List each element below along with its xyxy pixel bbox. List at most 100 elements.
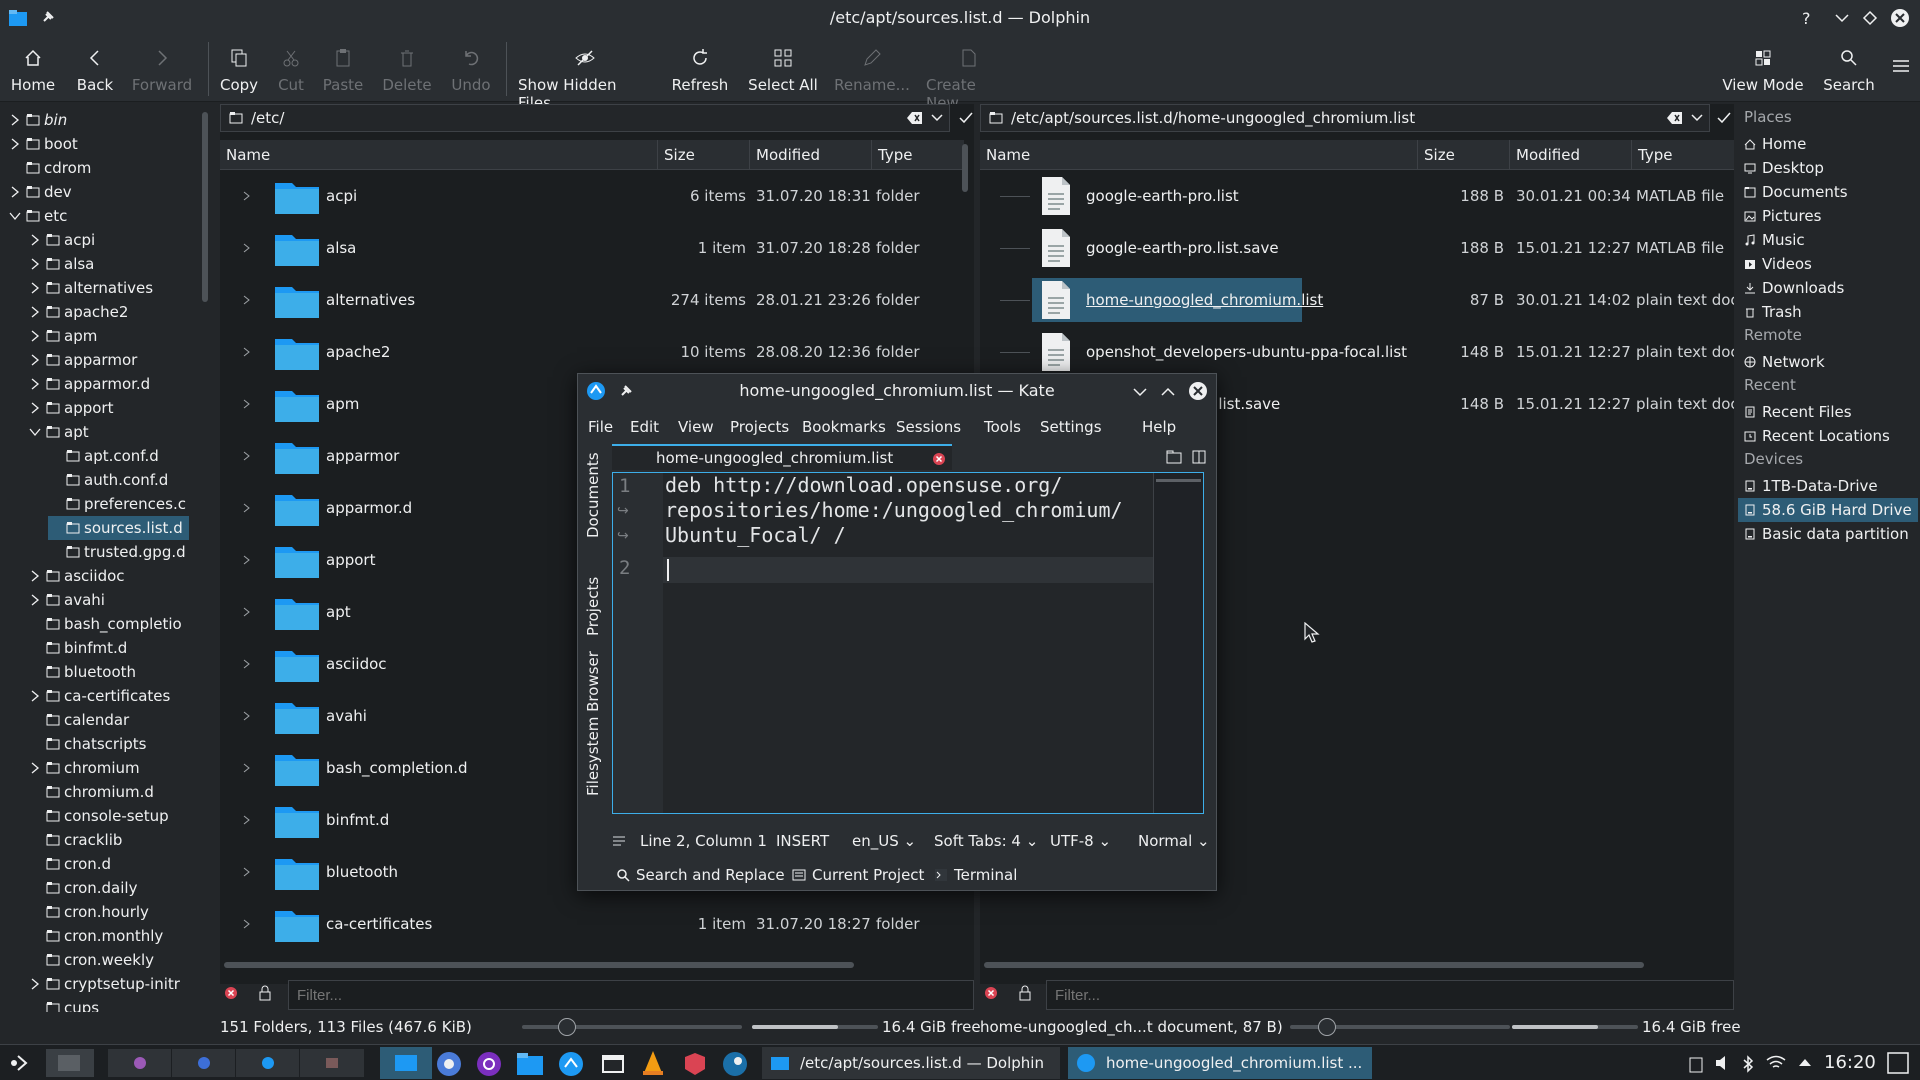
places-item-pictures[interactable]: Pictures bbox=[1744, 204, 1821, 228]
sidebar-tab-filesystem-browser[interactable]: Filesystem Browser bbox=[584, 651, 602, 796]
tree-item[interactable]: bluetooth bbox=[28, 660, 136, 684]
tree-item[interactable]: apt.conf.d bbox=[48, 444, 159, 468]
tree-item[interactable]: chatscripts bbox=[28, 732, 146, 756]
expand-arrow-icon[interactable] bbox=[242, 482, 252, 534]
places-item-documents[interactable]: Documents bbox=[1744, 180, 1848, 204]
tree-item[interactable]: ca-certificates bbox=[28, 684, 170, 708]
menu-file[interactable]: File bbox=[588, 418, 613, 436]
hamburger-menu-icon[interactable] bbox=[1892, 58, 1910, 74]
expand-arrow-icon[interactable] bbox=[242, 378, 252, 430]
close-icon[interactable] bbox=[1188, 381, 1208, 401]
column-header-modified[interactable]: Modified bbox=[1510, 140, 1632, 170]
menu-sessions[interactable]: Sessions bbox=[896, 418, 961, 436]
right-horizontal-scrollbar[interactable] bbox=[984, 962, 1644, 968]
tree-item[interactable]: asciidoc bbox=[28, 564, 125, 588]
expand-arrow-icon[interactable] bbox=[242, 274, 252, 326]
volume-icon[interactable] bbox=[1714, 1055, 1732, 1071]
places-item-recent-files[interactable]: Recent Files bbox=[1744, 400, 1852, 424]
window-titlebar[interactable]: /etc/apt/sources.list.d — Dolphin ? bbox=[0, 0, 1920, 36]
show-hidden-files-button[interactable]: Show Hidden Files bbox=[518, 46, 652, 112]
tree-item[interactable]: bash_completio bbox=[28, 612, 182, 636]
expand-arrow-icon[interactable] bbox=[242, 690, 252, 742]
tree-item[interactable]: alternatives bbox=[28, 276, 153, 300]
expand-arrow-icon[interactable] bbox=[8, 138, 22, 150]
lock-icon[interactable] bbox=[258, 985, 272, 1001]
minimize-icon[interactable] bbox=[1834, 12, 1850, 24]
steam-icon[interactable] bbox=[722, 1051, 748, 1077]
highlighting-mode-selector[interactable]: Normal ⌄ bbox=[1138, 832, 1210, 850]
menu-help[interactable]: Help bbox=[1142, 418, 1176, 436]
places-item-downloads[interactable]: Downloads bbox=[1744, 276, 1844, 300]
dictionary-selector[interactable]: en_US ⌄ bbox=[852, 832, 916, 850]
minimap[interactable] bbox=[1153, 473, 1203, 813]
software-center-icon[interactable] bbox=[682, 1051, 708, 1077]
tray-expand-icon[interactable] bbox=[1798, 1057, 1812, 1067]
terminal-button[interactable]: Terminal bbox=[934, 866, 1017, 884]
view-mode-button[interactable]: View Mode bbox=[1722, 46, 1804, 94]
search-and-replace-button[interactable]: Search and Replace bbox=[616, 866, 785, 884]
status-menu-icon[interactable] bbox=[612, 834, 626, 848]
expand-arrow-icon[interactable] bbox=[242, 898, 252, 950]
tree-item[interactable]: dev bbox=[8, 180, 72, 204]
podcast-app-icon[interactable] bbox=[476, 1051, 502, 1077]
expand-arrow-icon[interactable] bbox=[242, 794, 252, 846]
search-button[interactable]: Search bbox=[1822, 46, 1876, 94]
column-header-type[interactable]: Type bbox=[872, 140, 964, 170]
left-horizontal-scrollbar[interactable] bbox=[224, 962, 854, 968]
places-item-1tb-data-drive[interactable]: 1TB-Data-Drive bbox=[1744, 474, 1878, 498]
expand-arrow-icon[interactable] bbox=[28, 570, 42, 582]
select-all-button[interactable]: Select All bbox=[746, 46, 820, 94]
table-row[interactable]: alsa 1 item 31.07.20 18:28 folder bbox=[220, 222, 964, 274]
clear-location-icon[interactable] bbox=[1667, 111, 1683, 125]
tree-item[interactable]: apt bbox=[28, 420, 89, 444]
expand-arrow-icon[interactable] bbox=[8, 211, 22, 221]
left-location-bar[interactable]: /etc/ bbox=[220, 104, 950, 132]
virtual-desktop-2[interactable] bbox=[108, 1049, 172, 1077]
right-zoom-handle[interactable] bbox=[1318, 1018, 1336, 1036]
virtual-desktop-1[interactable] bbox=[46, 1049, 94, 1077]
help-icon[interactable]: ? bbox=[1800, 9, 1816, 27]
places-item-basic-data-partition[interactable]: Basic data partition bbox=[1744, 522, 1909, 546]
table-row[interactable]: apache2 10 items 28.08.20 12:36 folder bbox=[220, 326, 964, 378]
expand-arrow-icon[interactable] bbox=[242, 742, 252, 794]
tree-item[interactable]: chromium bbox=[28, 756, 140, 780]
tree-item[interactable]: cron.weekly bbox=[28, 948, 154, 972]
delete-button[interactable]: Delete bbox=[382, 46, 432, 94]
menu-view[interactable]: View bbox=[678, 418, 714, 436]
tree-item[interactable]: cron.d bbox=[28, 852, 111, 876]
table-row[interactable]: home-ungoogled_chromium.list 87 B 30.01.21… bbox=[980, 274, 1734, 326]
tree-item[interactable]: apparmor.d bbox=[28, 372, 150, 396]
paste-button[interactable]: Paste bbox=[322, 46, 364, 94]
show-desktop-icon[interactable] bbox=[1886, 1051, 1910, 1075]
close-filter-icon[interactable] bbox=[984, 986, 998, 1000]
expand-arrow-icon[interactable] bbox=[242, 534, 252, 586]
tree-item[interactable]: cron.daily bbox=[28, 876, 137, 900]
expand-arrow-icon[interactable] bbox=[28, 427, 42, 437]
undo-button[interactable]: Undo bbox=[450, 46, 492, 94]
places-item-home[interactable]: Home bbox=[1744, 132, 1806, 156]
kate-icon[interactable] bbox=[558, 1051, 584, 1077]
indentation-selector[interactable]: Soft Tabs: 4 ⌄ bbox=[934, 832, 1038, 850]
places-item-58-6-gib-hard-drive[interactable]: 58.6 GiB Hard Drive bbox=[1738, 498, 1918, 522]
column-header-type[interactable]: Type bbox=[1632, 140, 1734, 170]
input-mode[interactable]: INSERT bbox=[776, 832, 829, 850]
tree-item[interactable]: cdrom bbox=[8, 156, 91, 180]
close-icon[interactable] bbox=[1890, 8, 1910, 28]
expand-arrow-icon[interactable] bbox=[28, 690, 42, 702]
column-header-name[interactable]: Name bbox=[220, 140, 658, 170]
expand-arrow-icon[interactable] bbox=[242, 430, 252, 482]
tree-item[interactable]: apparmor bbox=[28, 348, 137, 372]
forward-button[interactable]: Forward bbox=[130, 46, 194, 94]
expand-arrow-icon[interactable] bbox=[242, 222, 252, 274]
sidebar-tab-documents[interactable]: Documents bbox=[584, 452, 602, 538]
wifi-icon[interactable] bbox=[1766, 1055, 1786, 1071]
menu-bookmarks[interactable]: Bookmarks bbox=[802, 418, 886, 436]
tree-item[interactable]: apm bbox=[28, 324, 97, 348]
cursor-position[interactable]: Line 2, Column 1 bbox=[640, 832, 767, 850]
location-dropdown-icon[interactable] bbox=[1691, 113, 1703, 123]
clock[interactable]: 16:20 bbox=[1824, 1052, 1876, 1073]
pager[interactable] bbox=[108, 1049, 364, 1077]
expand-arrow-icon[interactable] bbox=[28, 978, 42, 990]
maximize-icon[interactable] bbox=[1160, 386, 1176, 398]
close-filter-icon[interactable] bbox=[224, 986, 238, 1000]
